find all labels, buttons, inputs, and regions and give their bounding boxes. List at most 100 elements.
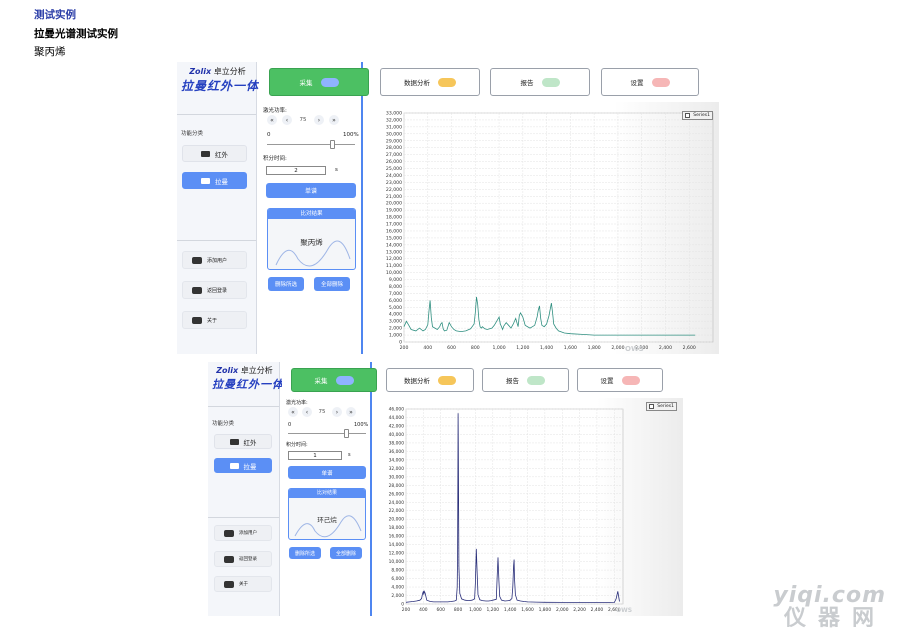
spectrum-svg: 01,0002,0003,0004,0005,0006,0007,0008,00… [386,111,714,351]
x-tick-label: 600 [447,345,456,351]
delete-all-button[interactable]: 全部删除 [330,547,362,559]
x-tick-label: 1,200 [516,345,529,351]
settings-button[interactable]: 设置 [601,68,699,96]
box-icon [229,438,239,445]
y-tick-label: 42,000 [389,423,405,429]
y-tick-label: 31,000 [386,124,402,130]
fast-forward-button[interactable]: » [329,115,339,125]
nav-raman[interactable]: 拉曼 [214,458,272,473]
integration-input[interactable]: 2 [266,166,326,175]
y-tick-label: 36,000 [389,449,405,455]
chart-legend[interactable]: Series1 [646,402,677,411]
y-tick-label: 2,000 [391,593,404,599]
integration-label: 积分时间: [263,156,287,162]
back-login-button[interactable]: 返回登录 [214,551,272,567]
comparison-result: 比对结果 环己烷 [288,488,366,540]
nav-infrared[interactable]: 红外 [214,434,272,449]
power-slider[interactable] [288,433,366,434]
power-stepper[interactable]: « ‹ 75 › » [288,407,356,417]
page-heading-sample: 聚丙烯 [34,46,66,58]
back-button[interactable]: ‹ [282,115,292,125]
slider-max: 100% [343,132,359,138]
power-slider-knob[interactable] [344,429,349,438]
fast-back-button[interactable]: « [267,115,277,125]
box-icon [201,150,210,157]
forward-button[interactable]: › [332,407,342,417]
settings-button[interactable]: 设置 [577,368,663,392]
y-tick-label: 26,000 [389,491,405,497]
power-value: 75 [299,117,307,123]
report-button[interactable]: 报告 [482,368,569,392]
delete-selected-button[interactable]: 删除所选 [289,547,321,559]
integration-unit: s [348,452,351,458]
report-icon [527,375,545,385]
nav-infrared[interactable]: 红外 [182,145,247,162]
single-scan-button[interactable]: 单谱 [266,183,356,198]
app-screenshot-2: Zolix 卓立分析 拉曼红外一体机 功能分类 红外 拉曼 添加用户 返回登录 … [208,362,683,616]
watermark-logo-cn: 仪器网 [783,606,886,631]
power-stepper[interactable]: « ‹ 75 › » [267,115,339,125]
report-button[interactable]: 报告 [490,68,590,96]
nav-raman[interactable]: 拉曼 [182,172,247,189]
spectrum-svg: 0 2,000 4,000 6,000 8,000 10,000 12,000 14,000 1… [389,407,624,613]
y-tick-label: 24,000 [389,500,405,506]
collect-button[interactable]: 采集 [291,368,377,392]
control-panel: 激光功率: « ‹ 75 › » 0 100% 积分时间: 1 s 单谱 比对结… [282,362,372,616]
x-tick-label: 2,400 [591,607,604,613]
y-tick-label: 20,000 [389,517,405,523]
x-tick-label: 800 [471,345,480,351]
spectrum-chart: 0 2,000 4,000 6,000 8,000 10,000 12,000 14,000 1… [376,398,683,616]
sidebar: Zolix 卓立分析 拉曼红外一体机 功能分类 红外 拉曼 添加用户 返回登录 … [177,62,273,354]
y-tick-label: 16,000 [386,228,402,234]
chart-icon [438,77,456,87]
series-checkbox[interactable] [685,113,691,118]
back-button[interactable]: ‹ [302,407,312,417]
x-tick-label: 1,600 [521,607,534,613]
collect-button[interactable]: 采集 [269,68,369,96]
x-tick-label: 1,400 [504,607,517,613]
integration-input[interactable]: 1 [288,451,342,460]
delete-selected-button[interactable]: 删除所选 [268,277,304,291]
exit-icon [224,555,234,563]
power-slider-knob[interactable] [330,140,335,149]
data-analysis-button[interactable]: 数据分析 [380,68,480,96]
y-tick-label: 38,000 [389,440,405,446]
y-tick-label: 11,000 [386,263,402,269]
section-label: 功能分类 [212,421,235,427]
settings-icon [621,375,640,385]
y-tick-label: 15,000 [386,235,402,241]
spectrum-line [405,413,620,604]
about-button[interactable]: 关于 [182,311,247,329]
power-slider[interactable] [267,144,355,145]
result-name: 环己烷 [317,516,337,524]
y-tick-label: 8,000 [389,284,402,290]
back-login-button[interactable]: 返回登录 [182,281,247,299]
chart-legend[interactable]: Series1 [682,111,713,120]
y-tick-label: 18,000 [386,215,402,221]
delete-all-button[interactable]: 全部删除 [314,277,350,291]
y-tick-label: 20,000 [386,201,402,207]
add-user-button[interactable]: 添加用户 [182,251,247,269]
x-tick-label: 400 [423,345,432,351]
product-title: 拉曼红外一体机 [181,79,273,93]
forward-button[interactable]: › [314,115,324,125]
y-tick-label: 7,000 [389,291,402,297]
x-tick-label: 1,000 [469,607,482,613]
x-tick-label: 2,400 [659,345,672,351]
y-tick-label: 4,000 [389,312,402,318]
x-tick-label: 1,200 [487,607,500,613]
laser-power-label: 激光功率: [286,400,308,406]
sidebar: Zolix 卓立分析 拉曼红外一体机 功能分类 红外 拉曼 添加用户 返回登录 … [208,362,295,616]
collect-icon [320,77,339,87]
fast-back-button[interactable]: « [288,407,298,417]
y-tick-label: 40,000 [389,432,405,438]
series-checkbox[interactable] [649,404,655,409]
y-tick-label: 28,000 [389,483,405,489]
add-user-button[interactable]: 添加用户 [214,525,272,541]
result-name: 聚丙烯 [300,238,323,247]
single-scan-button[interactable]: 单谱 [288,466,366,479]
about-button[interactable]: 关于 [214,576,272,592]
data-analysis-button[interactable]: 数据分析 [386,368,474,392]
fast-forward-button[interactable]: » [346,407,356,417]
y-tick-label: 32,000 [389,466,405,472]
